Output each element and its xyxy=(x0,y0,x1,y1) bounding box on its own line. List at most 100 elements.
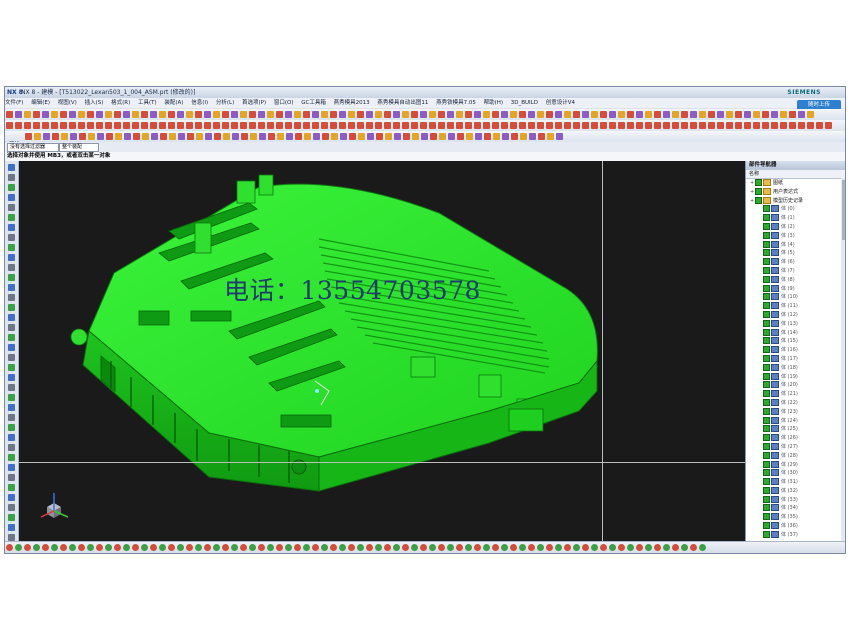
toolbar-tool-icon[interactable] xyxy=(285,111,292,118)
resource-tab-icon[interactable] xyxy=(8,374,15,381)
snap-point-icon[interactable] xyxy=(537,544,544,551)
feature-tool-icon[interactable] xyxy=(141,122,148,129)
toolbar-tool-icon[interactable] xyxy=(231,111,238,118)
toolbar-tool-icon[interactable] xyxy=(474,111,481,118)
snap-point-icon[interactable] xyxy=(303,544,310,551)
resource-tab-icon[interactable] xyxy=(8,424,15,431)
snap-point-icon[interactable] xyxy=(267,544,274,551)
toolbar-tool-icon[interactable] xyxy=(366,111,373,118)
feature-tool-icon[interactable] xyxy=(51,122,58,129)
visibility-check-icon[interactable] xyxy=(763,337,770,345)
toolbar-tool-icon[interactable] xyxy=(168,111,175,118)
toolbar-tool-icon[interactable] xyxy=(798,111,805,118)
toolbar-tool-icon[interactable] xyxy=(51,111,58,118)
selection-tool-icon[interactable] xyxy=(70,133,78,140)
visibility-check-icon[interactable] xyxy=(763,293,770,301)
selection-tool-icon[interactable] xyxy=(538,133,546,140)
selection-tool-icon[interactable] xyxy=(178,133,186,140)
feature-tool-icon[interactable] xyxy=(375,122,382,129)
selection-tool-icon[interactable] xyxy=(214,133,222,140)
snap-point-icon[interactable] xyxy=(78,544,85,551)
toolbar-tool-icon[interactable] xyxy=(186,111,193,118)
toolbar-tool-icon[interactable] xyxy=(339,111,346,118)
selection-tool-icon[interactable] xyxy=(520,133,528,140)
feature-tool-icon[interactable] xyxy=(249,122,256,129)
toolbar-tool-icon[interactable] xyxy=(492,111,499,118)
selection-tool-icon[interactable] xyxy=(547,133,555,140)
selection-tool-icon[interactable] xyxy=(151,133,159,140)
resource-tab-icon[interactable] xyxy=(8,344,15,351)
toolbar-tool-icon[interactable] xyxy=(447,111,454,118)
toolbar-tool-icon[interactable] xyxy=(213,111,220,118)
toolbar-tool-icon[interactable] xyxy=(267,111,274,118)
feature-tool-icon[interactable] xyxy=(447,122,454,129)
feature-tool-icon[interactable] xyxy=(636,122,643,129)
visibility-check-icon[interactable] xyxy=(763,398,770,406)
toolbar-tool-icon[interactable] xyxy=(141,111,148,118)
toolbar-tool-icon[interactable] xyxy=(321,111,328,118)
scrollbar-thumb[interactable] xyxy=(842,180,845,240)
navigator-feature-row[interactable]: 体 (28) xyxy=(746,451,845,461)
toolbar-tool-icon[interactable] xyxy=(708,111,715,118)
toolbar-tool-icon[interactable] xyxy=(771,111,778,118)
visibility-check-icon[interactable] xyxy=(763,486,770,494)
menu-insert[interactable]: 插入(S) xyxy=(85,100,104,106)
selection-tool-icon[interactable] xyxy=(106,133,114,140)
snap-point-icon[interactable] xyxy=(114,544,121,551)
feature-tool-icon[interactable] xyxy=(591,122,598,129)
selection-tool-icon[interactable] xyxy=(79,133,87,140)
resource-tab-icon[interactable] xyxy=(8,224,15,231)
feature-tool-icon[interactable] xyxy=(762,122,769,129)
snap-point-icon[interactable] xyxy=(573,544,580,551)
feature-tool-icon[interactable] xyxy=(285,122,292,129)
menu-yanxiu-mold[interactable]: 燕秀铁模具7.05 xyxy=(436,100,476,106)
visibility-check-icon[interactable] xyxy=(763,240,770,248)
selection-tool-icon[interactable] xyxy=(187,133,195,140)
toolbar-tool-icon[interactable] xyxy=(780,111,787,118)
resource-tab-icon[interactable] xyxy=(8,304,15,311)
snap-point-icon[interactable] xyxy=(447,544,454,551)
snap-point-icon[interactable] xyxy=(546,544,553,551)
navigator-feature-row[interactable]: 体 (10) xyxy=(746,293,845,302)
navigator-feature-row[interactable]: 体 (33) xyxy=(746,495,845,505)
navigator-feature-row[interactable]: 体 (13) xyxy=(746,319,845,329)
toolbar-tool-icon[interactable] xyxy=(483,111,490,118)
navigator-feature-row[interactable]: 体 (11) xyxy=(746,302,845,311)
feature-tool-icon[interactable] xyxy=(780,122,787,129)
feature-tool-icon[interactable] xyxy=(15,122,22,129)
resource-tab-icon[interactable] xyxy=(8,534,15,541)
snap-point-icon[interactable] xyxy=(474,544,481,551)
selection-tool-icon[interactable] xyxy=(493,133,501,140)
selection-tool-icon[interactable] xyxy=(25,133,33,140)
snap-point-icon[interactable] xyxy=(6,544,13,551)
navigator-feature-row[interactable]: 体 (4) xyxy=(746,240,845,250)
feature-tool-icon[interactable] xyxy=(501,122,508,129)
visibility-check-icon[interactable] xyxy=(763,346,770,354)
snap-point-icon[interactable] xyxy=(105,544,112,551)
toolbar-tool-icon[interactable] xyxy=(249,111,256,118)
menu-view[interactable]: 视图(V) xyxy=(58,100,77,106)
feature-tool-icon[interactable] xyxy=(312,122,319,129)
toolbar-tool-icon[interactable] xyxy=(807,111,814,118)
toolbar-tool-icon[interactable] xyxy=(564,111,571,118)
selection-tool-icon[interactable] xyxy=(412,133,420,140)
graphics-window[interactable]: 电话：13554703578 xyxy=(19,161,745,541)
resource-tab-icon[interactable] xyxy=(8,274,15,281)
snap-point-icon[interactable] xyxy=(384,544,391,551)
snap-point-icon[interactable] xyxy=(96,544,103,551)
snap-point-icon[interactable] xyxy=(564,544,571,551)
navigator-feature-row[interactable]: 体 (3) xyxy=(746,231,845,241)
toolbar-tool-icon[interactable] xyxy=(240,111,247,118)
selection-tool-icon[interactable] xyxy=(313,133,321,140)
navigator-feature-row[interactable]: 体 (12) xyxy=(746,310,845,320)
selection-tool-icon[interactable] xyxy=(196,133,204,140)
navigator-feature-row[interactable]: 体 (22) xyxy=(746,398,845,408)
toolbar-tool-icon[interactable] xyxy=(303,111,310,118)
toolbar-tool-icon[interactable] xyxy=(60,111,67,118)
selection-tool-icon[interactable] xyxy=(232,133,240,140)
visibility-check-icon[interactable] xyxy=(755,187,762,195)
resource-tab-icon[interactable] xyxy=(8,524,15,531)
resource-tab-icon[interactable] xyxy=(8,404,15,411)
selection-tool-icon[interactable] xyxy=(268,133,276,140)
feature-tool-icon[interactable] xyxy=(96,122,103,129)
